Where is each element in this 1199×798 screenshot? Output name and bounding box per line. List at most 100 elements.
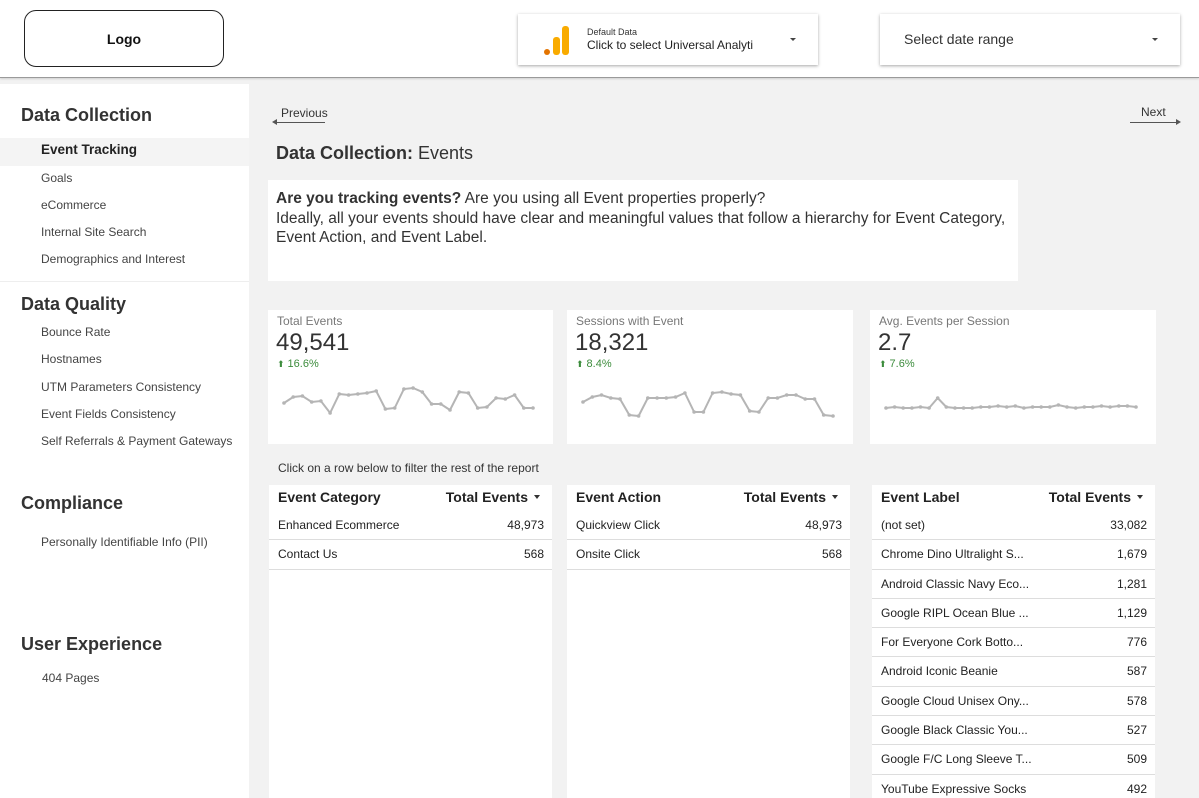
cell-name: Google Cloud Unisex Ony... <box>881 693 1029 708</box>
sidebar-item-utm-parameters[interactable]: UTM Parameters Consistency <box>41 380 201 394</box>
table-row[interactable]: Google RIPL Ocean Blue ... 1,129 <box>872 599 1155 629</box>
sidebar-item-demographics[interactable]: Demographics and Interest <box>41 252 185 266</box>
sparkline-point <box>683 391 687 395</box>
data-source-selector[interactable]: Default Data Click to select Universal A… <box>518 14 818 65</box>
sparkline-point <box>300 394 305 398</box>
sparkline-line <box>885 396 1137 410</box>
sparkline-point <box>1013 404 1018 408</box>
table-row[interactable]: Onsite Click 568 <box>567 540 850 570</box>
table-event-label: Event Label Total Events (not set) 33,082… <box>872 485 1155 798</box>
sidebar-item-internal-site-search[interactable]: Internal Site Search <box>41 225 146 239</box>
sidebar-item-event-fields[interactable]: Event Fields Consistency <box>41 407 176 421</box>
kpi-label: Avg. Events per Session <box>879 314 1010 328</box>
sparkline-point <box>927 406 931 410</box>
arrow-up-icon: ⬆ <box>576 359 584 369</box>
table-row[interactable]: Android Iconic Beanie 587 <box>872 657 1155 687</box>
column-header-total-events[interactable]: Total Events <box>1049 489 1131 505</box>
previous-arrow-line <box>276 122 325 123</box>
column-header-total-events[interactable]: Total Events <box>744 489 826 505</box>
cell-value: 578 <box>1126 693 1147 708</box>
table-row[interactable]: Google Cloud Unisex Ony... 578 <box>872 687 1155 717</box>
table-event-category: Event Category Total Events Enhanced Eco… <box>269 485 552 798</box>
data-source-small-label: Default Data <box>587 27 638 37</box>
sort-desc-icon[interactable] <box>534 495 540 499</box>
table-row[interactable]: Enhanced Ecommerce 48,973 <box>269 511 552 541</box>
sidebar-item-goals[interactable]: Goals <box>41 171 72 185</box>
table-row[interactable]: Chrome Dino Ultralight S... 1,679 <box>872 540 1155 570</box>
sparkline-point <box>581 400 585 404</box>
sparkline-point <box>812 397 817 401</box>
sparkline-point <box>821 413 826 417</box>
sidebar-item-404-pages[interactable]: 404 Pages <box>42 671 99 685</box>
column-header-event-action[interactable]: Event Action <box>576 489 661 505</box>
cell-name: Android Iconic Beanie <box>881 664 998 679</box>
date-range-label: Select date range <box>904 31 1014 47</box>
column-header-total-events[interactable]: Total Events <box>446 489 528 505</box>
chevron-down-icon <box>790 38 796 41</box>
sparkline-point <box>618 397 622 401</box>
previous-link[interactable]: Previous <box>281 106 328 120</box>
sparkline-point <box>1082 405 1087 409</box>
arrow-up-icon: ⬆ <box>879 359 887 369</box>
google-analytics-icon <box>543 25 571 55</box>
column-header-event-label[interactable]: Event Label <box>881 489 960 505</box>
sparkline-point <box>402 387 406 391</box>
sidebar-item-bounce-rate[interactable]: Bounce Rate <box>41 325 110 339</box>
sparkline-point <box>599 393 604 397</box>
table-row[interactable]: Google F/C Long Sleeve T... 509 <box>872 745 1155 775</box>
cell-value: 492 <box>1126 781 1147 796</box>
sparkline-point <box>503 397 508 401</box>
table-row[interactable]: YouTube Expressive Socks 492 <box>872 775 1155 798</box>
kpi-value: 18,321 <box>575 329 649 356</box>
cell-name: For Everyone Cork Botto... <box>881 635 1024 650</box>
sparkline-point <box>494 396 498 400</box>
sidebar-item-self-referrals[interactable]: Self Referrals & Payment Gateways <box>41 434 232 448</box>
sparkline-point <box>775 396 780 400</box>
cell-name: YouTube Expressive Socks <box>881 781 1027 796</box>
sidebar-item-pii[interactable]: Personally Identifiable Info (PII) <box>41 535 208 549</box>
sparkline-point <box>291 395 295 399</box>
column-header-event-category[interactable]: Event Category <box>278 489 381 505</box>
sparkline-point <box>282 401 286 405</box>
table-row[interactable]: Quickview Click 48,973 <box>567 511 850 541</box>
filter-hint: Click on a row below to filter the rest … <box>278 461 539 475</box>
sparkline-point <box>803 397 807 401</box>
sparkline-point <box>636 414 641 418</box>
sparkline-point <box>953 406 957 410</box>
kpi-card-sessions-with-event: Sessions with Event 18,321 ⬆ 8.4% <box>567 310 853 444</box>
header: Logo Default Data Click to select Univer… <box>0 0 1199 78</box>
next-arrow-line <box>1130 122 1176 123</box>
sparkline-chart <box>581 390 835 418</box>
sort-desc-icon[interactable] <box>832 495 838 499</box>
next-link[interactable]: Next <box>1141 105 1166 119</box>
sparkline-point <box>466 391 471 395</box>
sparkline-point <box>411 386 415 390</box>
kpi-card-avg-events-per-session: Avg. Events per Session 2.7 ⬆ 7.6% <box>870 310 1156 444</box>
cell-name: Chrome Dino Ultralight S... <box>881 547 1024 562</box>
table-row[interactable]: Google Black Classic You... 527 <box>872 716 1155 746</box>
table-row[interactable]: Contact Us 568 <box>269 540 552 570</box>
cell-name: Google F/C Long Sleeve T... <box>881 752 1032 767</box>
info-line2: Ideally, all your events should have cle… <box>276 209 1006 247</box>
sparkline-point <box>627 413 632 417</box>
cell-name: Onsite Click <box>576 547 641 562</box>
kpi-label: Sessions with Event <box>576 314 684 328</box>
table-row[interactable]: Android Classic Navy Eco... 1,281 <box>872 570 1155 599</box>
table-event-action: Event Action Total Events Quickview Clic… <box>567 485 850 798</box>
sparkline-point <box>1039 405 1043 409</box>
sidebar-item-event-tracking[interactable]: Event Tracking <box>41 142 137 157</box>
date-range-selector[interactable]: Select date range <box>880 14 1180 65</box>
sidebar-item-hostnames[interactable]: Hostnames <box>41 352 102 366</box>
cell-value: 527 <box>1126 723 1147 738</box>
info-line1: Are you using all Event properties prope… <box>461 190 766 207</box>
table-row[interactable]: (not set) 33,082 <box>872 511 1155 541</box>
sparkline-point <box>1091 405 1095 409</box>
kpi-delta: ⬆ 8.4% <box>576 358 612 370</box>
sparkline-point <box>475 406 480 410</box>
sidebar-item-ecommerce[interactable]: eCommerce <box>41 198 106 212</box>
table-row[interactable]: For Everyone Cork Botto... 776 <box>872 628 1155 658</box>
cell-value: 1,281 <box>1116 576 1147 591</box>
sparkline-point <box>901 406 905 410</box>
sort-desc-icon[interactable] <box>1137 495 1143 499</box>
kpi-delta: ⬆ 7.6% <box>879 358 915 370</box>
